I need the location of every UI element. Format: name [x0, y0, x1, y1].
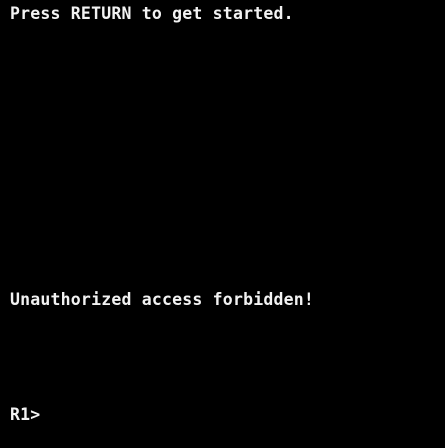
command-prompt-line[interactable]: R1> — [10, 405, 40, 425]
terminal-window[interactable]: Press RETURN to get started. Unauthorize… — [0, 0, 445, 448]
login-banner: Unauthorized access forbidden! — [10, 290, 315, 309]
startup-message: Press RETURN to get started. — [10, 4, 294, 23]
router-prompt: R1> — [10, 405, 41, 424]
